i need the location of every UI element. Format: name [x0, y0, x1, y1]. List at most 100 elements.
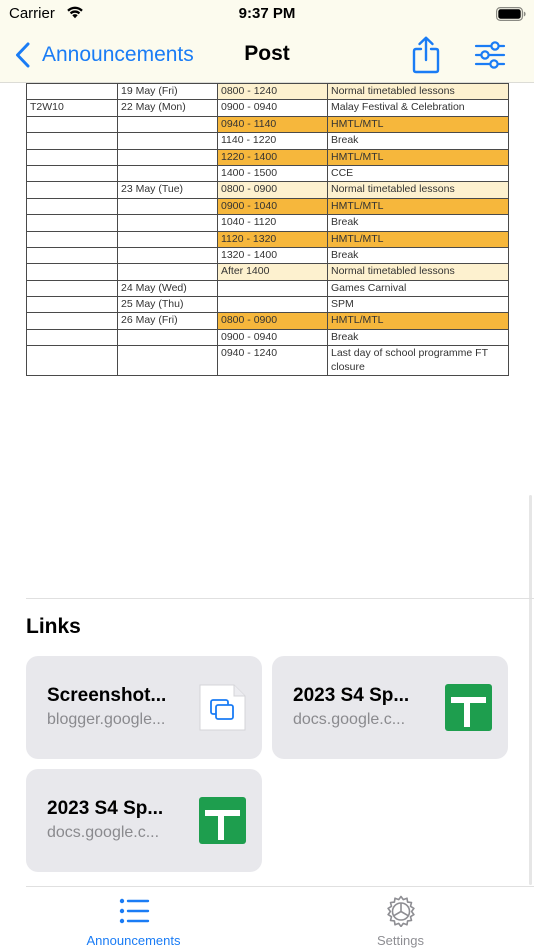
link-domain: blogger.google... [47, 711, 166, 728]
table-cell-activity: Games Carnival [327, 279, 509, 298]
list-icon [119, 898, 150, 924]
table-cell-time: 0940 - 1240 [217, 345, 328, 377]
table-cell-date: 22 May (Mon) [117, 99, 218, 117]
table-cell-time: 1140 - 1220 [217, 132, 328, 150]
google-sheets-icon [199, 797, 246, 844]
table-cell-date [117, 148, 218, 166]
divider [26, 598, 534, 599]
table-row: 1220 - 1400 HMTL/MTL [26, 148, 509, 166]
link-card-sheet-1[interactable]: 2023 S4 Sp... docs.google.c... [272, 656, 508, 759]
table-cell-date: 19 May (Fri) [117, 82, 218, 101]
table-row: 1320 - 1400 Break [26, 246, 509, 265]
table-row: T2W10 22 May (Mon) 0900 - 0940 Malay Festiv… [26, 99, 509, 117]
table-cell-date [117, 230, 218, 248]
table-cell-activity: Break [327, 214, 509, 232]
link-title: Screenshot... [47, 685, 167, 706]
table-row: 19 May (Fri) 0800 - 1240 Normal timetabled… [26, 82, 509, 101]
tab-label: Settings [377, 933, 424, 948]
table-cell-time: 1040 - 1120 [217, 214, 328, 232]
table-cell-date [117, 132, 218, 150]
table-cell-activity: HMTL/MTL [327, 115, 509, 134]
table-cell-week [26, 345, 118, 377]
table-cell-activity: HMTL/MTL [327, 230, 509, 248]
table-cell-time: 0800 - 0900 [217, 181, 328, 199]
table-cell-activity: HMTL/MTL [327, 312, 509, 330]
table-row: 0940 - 1140 HMTL/MTL [26, 115, 509, 134]
table-cell-time: 0900 - 0940 [217, 99, 328, 117]
navigation-bar: Announcements Post [0, 28, 534, 83]
table-cell-time: 1320 - 1400 [217, 246, 328, 265]
table-cell-time [217, 296, 328, 314]
table-cell-activity: Normal timetabled lessons [327, 181, 509, 199]
table-cell-week [26, 263, 118, 281]
status-time: 9:37 PM [238, 5, 296, 22]
table-cell-time: 0800 - 1240 [217, 82, 328, 101]
table-cell-week [26, 230, 118, 248]
table-cell-time: 1220 - 1400 [217, 148, 328, 166]
table-row: 1120 - 1320 HMTL/MTL [26, 230, 509, 248]
table-cell-date [117, 263, 218, 281]
table-cell-date: 25 May (Thu) [117, 296, 218, 314]
table-cell-date [117, 115, 218, 134]
table-cell-week [26, 197, 118, 216]
chevron-left-icon [16, 42, 30, 68]
table-cell-time: 0800 - 0900 [217, 312, 328, 330]
google-sheets-icon [445, 684, 492, 731]
table-cell-time [217, 279, 328, 298]
table-cell-week [26, 312, 118, 330]
table-cell-week [26, 328, 118, 347]
sliders-icon[interactable] [474, 40, 506, 70]
table-cell-activity: CCE [327, 164, 509, 183]
table-cell-time: 0900 - 0940 [217, 328, 328, 347]
link-domain: docs.google.c... [47, 824, 160, 841]
table-row: After 1400 Normal timetabled lessons [26, 263, 509, 281]
table-row: 25 May (Thu) SPM [26, 296, 509, 314]
table-cell-week [26, 132, 118, 150]
table-cell-date: 24 May (Wed) [117, 279, 218, 298]
table-cell-activity: Normal timetabled lessons [327, 82, 509, 101]
table-cell-activity: HMTL/MTL [327, 148, 509, 166]
table-cell-week [26, 181, 118, 199]
link-card-screenshot[interactable]: Screenshot... blogger.google... [26, 656, 262, 759]
tab-announcements[interactable]: Announcements [0, 887, 267, 950]
gear-icon [387, 895, 415, 927]
table-cell-week [26, 279, 118, 298]
table-cell-activity: Break [327, 328, 509, 347]
table-cell-activity: Break [327, 132, 509, 150]
tab-bar: Announcements Settings [0, 887, 534, 950]
table-row: 0900 - 1040 HMTL/MTL [26, 197, 509, 216]
table-cell-week [26, 148, 118, 166]
link-domain: docs.google.c... [293, 711, 406, 728]
table-cell-date: 23 May (Tue) [117, 181, 218, 199]
links-heading: Links [26, 615, 81, 638]
table-cell-time: 0900 - 1040 [217, 197, 328, 216]
back-button[interactable]: Announcements [14, 39, 194, 71]
table-cell-week [26, 296, 118, 314]
table-cell-week [26, 164, 118, 183]
table-row: 26 May (Fri) 0800 - 0900 HMTL/MTL [26, 312, 509, 330]
table-cell-time: 1120 - 1320 [217, 230, 328, 248]
table-cell-date [117, 328, 218, 347]
table-row: 0940 - 1240 Last day of school programme … [26, 345, 509, 377]
link-title: 2023 S4 Sp... [293, 685, 410, 706]
table-cell-activity: HMTL/MTL [327, 197, 509, 216]
table-cell-week [26, 115, 118, 134]
link-card-sheet-2[interactable]: 2023 S4 Sp... docs.google.c... [26, 769, 262, 872]
table-row: 1400 - 1500 CCE [26, 164, 509, 183]
link-title: 2023 S4 Sp... [47, 798, 164, 819]
table-cell-date [117, 246, 218, 265]
table-row: 1140 - 1220 Break [26, 132, 509, 150]
table-cell-activity: Break [327, 246, 509, 265]
table-cell-date [117, 197, 218, 216]
post-image[interactable]: 19 May (Fri) 0800 - 1240 Normal timetabled… [0, 82, 534, 598]
tab-label: Announcements [86, 933, 181, 948]
table-row: 0900 - 0940 Break [26, 328, 509, 347]
document-copy-icon [199, 684, 246, 731]
share-icon[interactable] [410, 36, 442, 74]
tab-settings[interactable]: Settings [267, 887, 534, 950]
table-cell-activity: Malay Festival & Celebration [327, 99, 509, 117]
table-row: 23 May (Tue) 0800 - 0900 Normal timetabled… [26, 181, 509, 199]
table-row: 24 May (Wed) Games Carnival [26, 279, 509, 298]
table-cell-date [117, 345, 218, 377]
table-cell-date [117, 164, 218, 183]
